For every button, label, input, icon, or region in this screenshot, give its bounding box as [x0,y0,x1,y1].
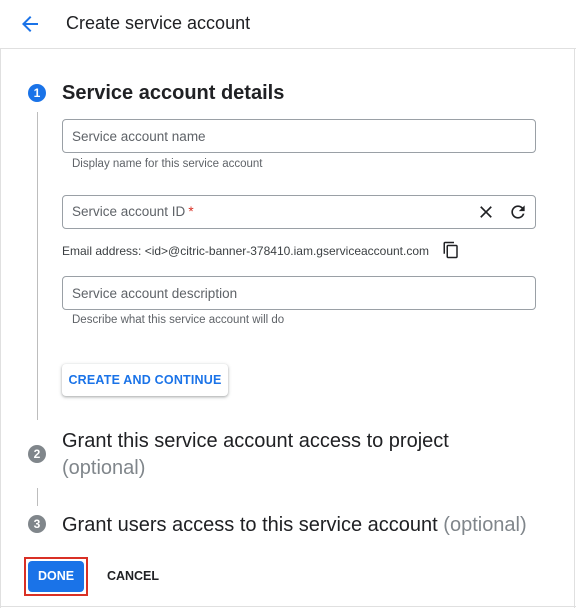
refresh-icon[interactable] [508,202,528,222]
step-2-title[interactable]: Grant this service account access to pro… [62,430,449,453]
step-2-indicator: 2 [28,445,46,463]
step-1-title[interactable]: Service account details [62,82,284,105]
step-3-title-row[interactable]: Grant users access to this service accou… [62,514,527,537]
arrow-back-icon[interactable] [18,12,42,36]
page-title: Create service account [66,13,251,33]
service-account-description-field[interactable] [62,276,536,310]
create-and-continue-button[interactable]: CREATE AND CONTINUE [62,364,228,396]
bottom-border [0,606,576,607]
step-1-indicator: 1 [28,84,46,102]
copy-icon[interactable] [442,241,460,259]
step-3-indicator: 3 [28,515,46,533]
service-account-description-input[interactable] [72,284,452,302]
service-account-id-label: Service account ID * [72,204,194,219]
step-2-connector [37,488,38,506]
page-header: Create service account [0,0,576,49]
done-button[interactable]: DONE [28,561,84,592]
step-2-optional-label: (optional) [62,457,146,479]
service-account-name-input[interactable] [72,127,452,145]
left-border [0,0,1,608]
service-account-name-field[interactable] [62,119,536,153]
cancel-button[interactable]: CANCEL [100,561,166,592]
required-marker: * [188,204,194,219]
step-3-title: Grant users access to this service accou… [62,514,438,536]
email-address-text: Email address: <id>@citric-banner-378410… [62,244,430,258]
service-account-id-field[interactable]: Service account ID * [62,195,536,229]
close-icon[interactable] [476,202,496,222]
right-border [574,0,575,608]
step-1-connector [37,112,38,420]
step-3-optional-label: (optional) [443,514,527,536]
service-account-description-hint: Describe what this service account will … [72,314,285,326]
service-account-name-hint: Display name for this service account [72,158,263,170]
